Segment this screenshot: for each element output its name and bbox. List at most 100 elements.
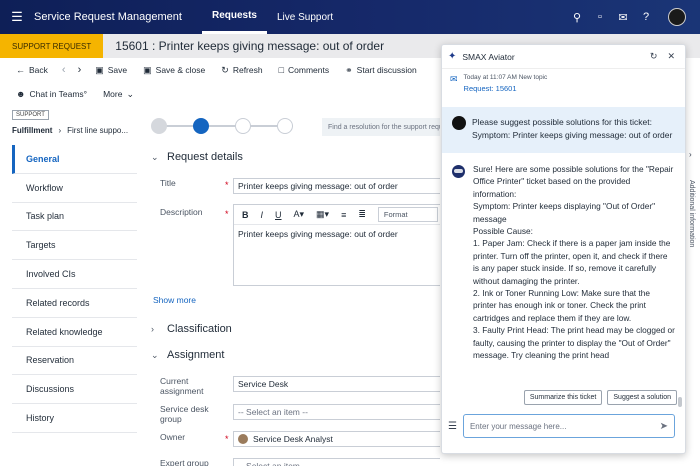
save-button[interactable]: ▣ Save xyxy=(89,65,133,76)
phase-step-4[interactable] xyxy=(277,118,293,134)
tab-live-support[interactable]: Live Support xyxy=(267,0,343,34)
current-assignment-field[interactable]: Service Desk xyxy=(233,376,440,392)
required-marker: * xyxy=(225,434,229,444)
bold-icon[interactable]: B xyxy=(242,210,249,220)
chevron-right-icon: › xyxy=(58,126,62,135)
sidebar-item-task-plan[interactable]: Task plan xyxy=(12,203,137,232)
bullet-list-icon[interactable]: ≣ xyxy=(358,209,366,220)
previous-record-icon[interactable]: ‹ xyxy=(58,64,70,76)
section-classification[interactable]: › Classification xyxy=(151,323,232,335)
search-icon[interactable]: ⚲ xyxy=(570,11,584,24)
conversation-timestamp: Today at 11:07 AM New topic xyxy=(463,74,548,81)
discussion-icon: ⚭ xyxy=(345,64,353,75)
additional-info-tab[interactable]: Additional information xyxy=(688,180,695,247)
owner-label: Owner xyxy=(160,432,186,442)
description-label: Description xyxy=(160,207,203,217)
sidebar-item-reservation[interactable]: Reservation xyxy=(12,347,137,376)
conversation-meta: ✉ Today at 11:07 AM New topic Request: 1… xyxy=(442,69,685,99)
italic-icon[interactable]: I xyxy=(261,210,264,220)
required-marker: * xyxy=(225,209,229,219)
bot-message-line: Symptom: Printer keeps displaying "Out o… xyxy=(473,201,656,224)
section-assignment[interactable]: ⌄ Assignment xyxy=(151,349,224,361)
underline-icon[interactable]: U xyxy=(275,210,282,220)
hamburger-menu-icon[interactable]: ☰ xyxy=(0,9,34,25)
expert-group-select[interactable]: -- Select an item -- xyxy=(233,458,440,466)
user-avatar xyxy=(452,116,466,130)
aviator-panel: ✦ SMAX Aviator ↻ ✕ ✉ Today at 11:07 AM N… xyxy=(441,44,686,454)
user-message-line: Symptom: Printer keeps giving message: o… xyxy=(472,129,673,140)
bot-message-line: 1. Paper Jam: Check if there is a paper … xyxy=(473,238,671,286)
service-desk-group-select[interactable]: -- Select an item -- xyxy=(233,404,440,420)
comments-button[interactable]: □ Comments xyxy=(273,65,336,75)
new-topic-icon[interactable]: ☰ xyxy=(448,421,457,432)
sidebar-item-history[interactable]: History xyxy=(12,404,137,433)
format-select[interactable]: Format xyxy=(377,207,438,222)
phase-step-1[interactable] xyxy=(151,118,167,134)
user-message-line: Please suggest possible solutions for th… xyxy=(472,117,653,127)
show-more-link[interactable]: Show more xyxy=(153,295,196,305)
title-label: Title xyxy=(160,178,176,188)
user-message: Please suggest possible solutions for th… xyxy=(442,107,685,153)
owner-field[interactable]: Service Desk Analyst xyxy=(233,431,440,447)
more-menu-button[interactable]: More ⌄ xyxy=(97,89,140,100)
title-input[interactable]: Printer keeps giving message: out of ord… xyxy=(233,178,440,194)
save-close-icon: ▣ xyxy=(143,64,152,75)
highlight-icon[interactable]: ▦▾ xyxy=(316,209,329,220)
refresh-icon[interactable]: ↻ xyxy=(650,51,658,62)
save-close-button[interactable]: ▣ Save & close xyxy=(137,65,211,76)
description-editor[interactable]: B I U A▾ ▦▾ ≡ ≣ Format Printer keeps giv… xyxy=(233,204,440,286)
person-icon: ☻ xyxy=(16,89,26,99)
summarize-ticket-button[interactable]: Summarize this ticket xyxy=(523,390,603,405)
current-assignment-label: Current assignment xyxy=(160,376,204,396)
suggestion-chips: Summarize this ticket Suggest a solution xyxy=(442,390,685,405)
message-icon[interactable]: ✉ xyxy=(616,11,630,24)
chevron-right-icon: › xyxy=(151,324,154,334)
help-icon[interactable]: ? xyxy=(639,11,653,23)
left-navigation: SUPPORT Fulfillment › First line suppo..… xyxy=(0,106,137,466)
next-phase[interactable]: First line suppo... xyxy=(67,126,128,135)
chat-in-teams-button[interactable]: ☻ Chat in Teams° xyxy=(10,89,93,99)
start-discussion-button[interactable]: ⚭ Start discussion xyxy=(339,65,423,76)
sidebar-item-related-knowledge[interactable]: Related knowledge xyxy=(12,318,137,347)
user-avatar[interactable] xyxy=(668,8,686,26)
chat-icon[interactable]: ▫ xyxy=(593,11,607,23)
sidebar-item-workflow[interactable]: Workflow xyxy=(12,174,137,203)
close-icon[interactable]: ✕ xyxy=(667,51,675,62)
record-title: 15601 : Printer keeps giving message: ou… xyxy=(115,39,385,53)
suggest-solution-button[interactable]: Suggest a solution xyxy=(607,390,677,405)
main-form: Find a resolution for the support reques… xyxy=(137,106,440,466)
required-marker: * xyxy=(225,180,229,190)
phase-step-3[interactable] xyxy=(235,118,251,134)
message-input[interactable]: Enter your message here... ➤ xyxy=(462,414,675,438)
sidebar-item-related-records[interactable]: Related records xyxy=(12,289,137,318)
sidebar-item-involved-cis[interactable]: Involved CIs xyxy=(12,260,137,289)
refresh-button[interactable]: ↻ Refresh xyxy=(215,65,268,76)
conversation-scroll[interactable]: Please suggest possible solutions for th… xyxy=(442,101,685,429)
back-button[interactable]: ← Back xyxy=(10,65,54,75)
send-icon[interactable]: ➤ xyxy=(660,421,668,432)
aviator-logo-icon: ✦ xyxy=(448,51,457,62)
sidebar-item-general[interactable]: General xyxy=(12,145,137,174)
numbered-list-icon[interactable]: ≡ xyxy=(341,210,346,220)
bot-message-line: Possible Cause: xyxy=(473,226,533,237)
top-header: ☰ Service Request Management Requests Li… xyxy=(0,0,700,34)
sidebar-item-targets[interactable]: Targets xyxy=(12,231,137,261)
chevron-down-icon: ⌄ xyxy=(151,151,159,162)
font-color-icon[interactable]: A▾ xyxy=(294,209,305,220)
collapse-panel-icon[interactable]: › xyxy=(689,150,692,159)
phase-step-2[interactable] xyxy=(193,118,209,134)
app-title: Service Request Management xyxy=(34,11,182,23)
next-record-icon[interactable]: › xyxy=(74,64,86,76)
editor-toolbar: B I U A▾ ▦▾ ≡ ≣ Format xyxy=(234,205,440,225)
right-edge-panel: › Additional information xyxy=(686,140,700,340)
sidebar-item-discussions[interactable]: Discussions xyxy=(12,375,137,405)
bot-message-line: Sure! Here are some possible solutions f… xyxy=(473,164,674,199)
bot-message-line: 2. Ink or Toner Running Low: Make sure t… xyxy=(473,288,650,323)
aviator-bot-icon xyxy=(452,165,465,178)
tab-requests[interactable]: Requests xyxy=(201,0,267,34)
aviator-header: ✦ SMAX Aviator ↻ ✕ xyxy=(442,45,685,69)
section-request-details[interactable]: ⌄ Request details xyxy=(151,151,243,163)
expert-group-label: Expert group xyxy=(160,458,209,466)
bot-message-line: 3. Faulty Print Head: The print head may… xyxy=(473,325,675,361)
request-link[interactable]: Request: 15601 xyxy=(464,84,548,93)
